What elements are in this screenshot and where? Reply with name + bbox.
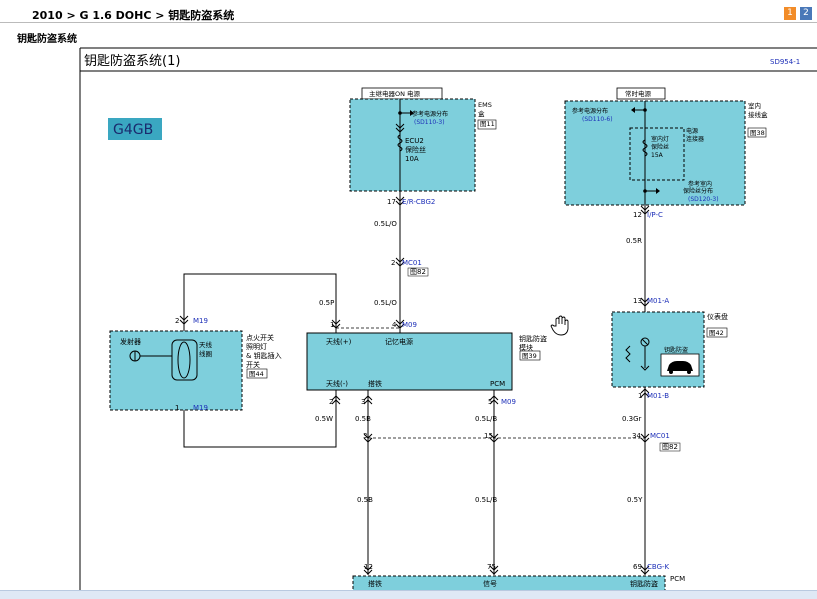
- indoor-refer2-2: 保险丝分布: [683, 187, 713, 195]
- lbl-pin1-m01b: 1: [638, 392, 642, 400]
- diagram-title: 钥匙防盗系统(1): [84, 53, 180, 69]
- lbl-pin69-pcm: 69: [633, 563, 642, 571]
- lbl-ref82-b: 图82: [662, 443, 678, 451]
- immo-name-1: 钥匙防盗: [519, 334, 547, 343]
- indoor-conn-2: 连接器: [686, 135, 704, 143]
- immo-ref: 图39: [522, 352, 537, 360]
- lbl-pin75-pcm: 75: [487, 563, 496, 571]
- lbl-pin15-mc01: 15: [484, 432, 493, 440]
- coil-desc-4: 开关: [246, 360, 260, 369]
- pcm-pin-immo: 钥匙防盗: [630, 579, 658, 588]
- immo-pin-ground: 搭铁: [368, 379, 382, 388]
- coil-desc-2: 照明灯: [246, 342, 267, 351]
- immobilizer-module: 天线(+) 记忆电源 天线(-) 搭铁 PCM 钥匙防盗 模块 图39: [306, 332, 547, 391]
- lbl-m01-b: M01-B: [647, 392, 669, 400]
- indoor-source-label: 常时电源: [625, 89, 652, 98]
- lbl-mc01-a: MC01: [402, 259, 422, 267]
- ems-fuse-2: 保险丝: [405, 145, 426, 154]
- coil-emitter: 发射器: [120, 337, 141, 346]
- lbl-05B-b: 0.5B: [357, 496, 373, 504]
- immo-pin-memory: 记忆电源: [385, 337, 413, 346]
- lbl-pin2-m19: 2: [175, 317, 179, 325]
- lbl-05P: 0.5P: [319, 299, 334, 307]
- lbl-m09-b: M09: [501, 398, 516, 406]
- ems-name-1: EMS: [478, 101, 492, 109]
- lbl-e-r-cbg2: E/R-CBG2: [402, 198, 435, 206]
- indoor-name-1: 室内: [748, 101, 761, 110]
- indoor-fuse-2: 保险丝: [651, 143, 669, 151]
- lbl-05R: 0.5R: [626, 237, 642, 245]
- indoor-ref: 图38: [750, 129, 765, 137]
- lbl-05Y: 0.5Y: [627, 496, 643, 504]
- ems-refer-1: 参考电源分布: [412, 110, 448, 118]
- ems-ref: 图11: [480, 120, 495, 128]
- lbl-pin2-m09: 2: [329, 398, 333, 406]
- immo-pin-ant-plus: 天线(+): [326, 337, 352, 346]
- ems-fuse-3: 10A: [405, 155, 419, 163]
- indoor-refer-1: 参考电源分布: [572, 107, 608, 115]
- indoor-conn-1: 电源: [686, 127, 698, 135]
- engine-badge-label: G4GB: [113, 122, 153, 138]
- indoor-junction-box: 常时电源 室内 接线盒 图38 参考电源分布 (SD110-6) 电源 连接器 …: [564, 87, 768, 206]
- lbl-ref82-a: 图82: [410, 268, 426, 276]
- lbl-05LB-b: 0.5L/B: [475, 496, 497, 504]
- instrument-cluster: 仪表盘 图42 钥匙防盗: [611, 311, 728, 388]
- ems-source-label: 主继电器ON 电源: [369, 89, 421, 98]
- lbl-05LB-a: 0.5L/B: [475, 415, 497, 423]
- diagram-code: SD954-1: [770, 58, 800, 66]
- immo-pin-ant-minus: 天线(-): [326, 379, 348, 388]
- ems-refer-code: (SD110-3): [414, 119, 445, 126]
- antenna-coil-assembly: 发射器 天线 线圈 点火开关 照明灯 & 钥匙插入 开关 图44: [109, 330, 282, 411]
- lbl-pin17: 17: [387, 198, 396, 206]
- indoor-name-2: 接线盒: [748, 110, 768, 119]
- lbl-05LO-a: 0.5L/O: [374, 220, 397, 228]
- lbl-m19-a: M19: [193, 317, 208, 325]
- indoor-fuse-1: 室内灯: [651, 135, 669, 143]
- lbl-03Gr: 0.3Gr: [622, 415, 642, 423]
- indoor-refer-code: (SD110-6): [582, 116, 613, 123]
- lbl-m19-b: M19: [193, 404, 208, 412]
- coil-desc-1: 点火开关: [246, 333, 274, 342]
- coil-desc-3: & 钥匙插入: [246, 351, 282, 360]
- lbl-i-p-c: I/P-C: [647, 211, 663, 219]
- ems-box: 主继电器ON 电源 EMS 盒 图11 参考电源分布 (SD110-3) ECU…: [349, 87, 497, 192]
- lbl-pin1-m09: 1: [330, 321, 334, 329]
- coil-ref: 图44: [249, 370, 264, 378]
- immo-pin-pcm: PCM: [490, 380, 505, 388]
- lbl-pin2-mc01: 2: [391, 259, 395, 267]
- coil-antenna-2: 线圈: [199, 349, 212, 358]
- ems-name-2: 盒: [478, 109, 485, 118]
- lbl-05LO-b: 0.5L/O: [374, 299, 397, 307]
- lbl-pin34-mc01: 34: [632, 432, 641, 440]
- immo-name-2: 模块: [519, 343, 533, 352]
- cluster-name: 仪表盘: [707, 312, 728, 321]
- wiring-diagram: 钥匙防盗系统(1) SD954-1 G4GB 主继电器ON 电源 EMS 盒 图…: [79, 47, 817, 598]
- lbl-pin12-pcm: 12: [364, 563, 373, 571]
- ems-fuse-1: ECU2: [405, 137, 424, 145]
- lbl-05W: 0.5W: [315, 415, 333, 423]
- lbl-pin5-m09: 5: [488, 398, 492, 406]
- indoor-refer2-code: (SD120-3): [688, 196, 719, 203]
- indoor-refer2-1: 参考室内: [688, 180, 712, 188]
- lbl-05B-a: 0.5B: [355, 415, 371, 423]
- lbl-pin12-ipc: 12: [633, 211, 642, 219]
- lbl-pin3-m09: 3: [361, 398, 365, 406]
- indoor-fuse-3: 15A: [651, 152, 664, 159]
- lbl-pin3-mc01: 3: [363, 432, 367, 440]
- cluster-ref: 图42: [709, 329, 724, 337]
- cluster-lamp-label: 钥匙防盗: [664, 346, 688, 354]
- coil-antenna-1: 天线: [199, 340, 213, 349]
- lbl-cbg-k: CBG-K: [647, 563, 670, 571]
- lbl-mc01-b: MC01: [650, 432, 670, 440]
- lbl-pin1-m19: 1: [175, 404, 179, 412]
- pcm-name: PCM: [670, 575, 685, 583]
- lbl-pin13-m01a: 13: [633, 297, 642, 305]
- lbl-pin4-m09: 4: [392, 321, 397, 329]
- pcm-pin-signal: 信号: [483, 579, 497, 588]
- lbl-m01-a: M01-A: [647, 297, 669, 305]
- lbl-m09-a: M09: [402, 321, 417, 329]
- hand-cursor-icon: [550, 315, 569, 336]
- pcm-pin-ground: 搭铁: [368, 579, 382, 588]
